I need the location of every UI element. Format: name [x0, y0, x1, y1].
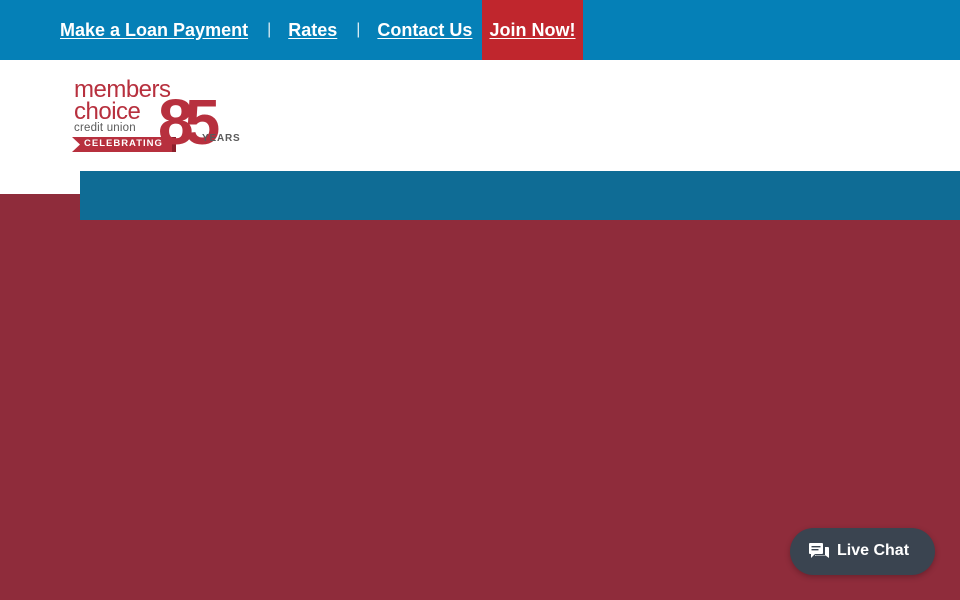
live-chat-label: Live Chat: [837, 542, 910, 559]
nav-separator: |: [267, 21, 272, 38]
header-strip: [0, 171, 80, 194]
top-utility-bar: Make a Loan Payment | Rates | Contact Us…: [0, 0, 960, 60]
logo-choice-text: choice: [74, 98, 141, 125]
logo-credit-union-text: credit union: [74, 122, 136, 134]
make-loan-payment-link[interactable]: Make a Loan Payment: [60, 20, 248, 41]
join-now-link[interactable]: Join Now!: [490, 20, 576, 41]
join-now-button[interactable]: Join Now!: [482, 0, 583, 60]
chat-bubbles-icon: [809, 543, 829, 558]
logo-85-text: 85: [158, 86, 220, 158]
nav-separator: |: [356, 21, 361, 38]
logo-celebrating-text: CELEBRATING: [84, 138, 163, 149]
logo-years-text: YEARS: [202, 133, 241, 144]
top-nav: Make a Loan Payment | Rates | Contact Us: [60, 0, 472, 60]
contact-us-link[interactable]: Contact Us: [377, 20, 472, 41]
main-nav-bar: [80, 171, 960, 220]
live-chat-button[interactable]: Live Chat: [790, 528, 935, 575]
members-choice-logo[interactable]: members choice credit union CELEBRATING …: [72, 78, 244, 166]
page: Make a Loan Payment | Rates | Contact Us…: [0, 0, 960, 600]
rates-link[interactable]: Rates: [288, 20, 337, 41]
